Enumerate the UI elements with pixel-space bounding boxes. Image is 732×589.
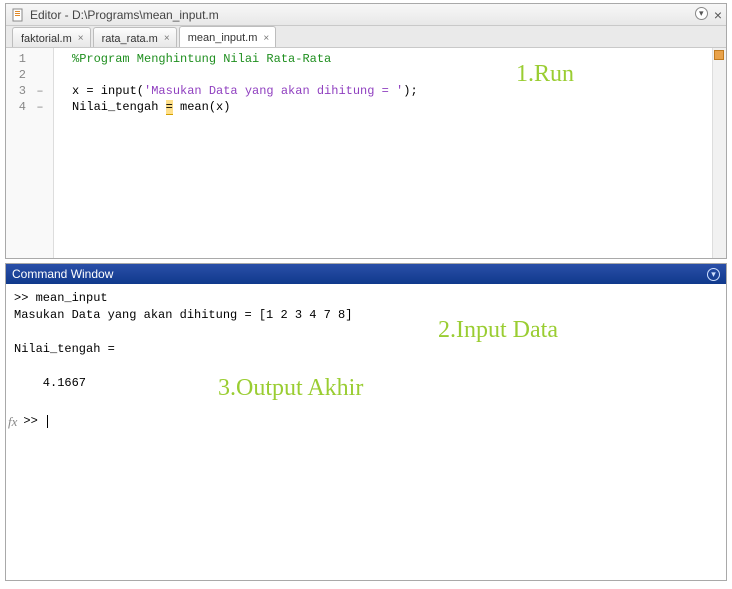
- line-number: 1: [6, 51, 30, 67]
- annotation-output: 3.Output Akhir: [218, 380, 363, 397]
- command-output: >> mean_input Masukan Data yang akan dih…: [14, 291, 352, 390]
- editor-panel: Editor - D:\Programs\mean_input.m ▾ × fa…: [5, 3, 727, 259]
- command-title: Command Window: [12, 267, 707, 281]
- breakpoint-dash[interactable]: [30, 51, 50, 67]
- tab-label: rata_rata.m: [102, 33, 158, 45]
- line-number: 3: [6, 83, 30, 99]
- code-token: Nilai_tengah: [72, 100, 166, 114]
- code-text[interactable]: %Program Menghintung Nilai Rata-Rata x =…: [54, 48, 712, 258]
- text-cursor: [47, 415, 48, 428]
- tab-label: faktorial.m: [21, 33, 72, 45]
- line-number: 4: [6, 99, 30, 115]
- close-icon[interactable]: ×: [714, 7, 722, 23]
- code-token: mean(x): [173, 100, 231, 114]
- editor-window-controls: ▾ ×: [695, 7, 722, 23]
- code-string: 'Masukan Data yang akan dihitung = ': [144, 84, 403, 98]
- command-body[interactable]: >> mean_input Masukan Data yang akan dih…: [6, 284, 726, 580]
- fx-icon[interactable]: fx: [8, 413, 17, 430]
- breakpoint-dash[interactable]: –: [30, 99, 50, 115]
- tab-mean-input[interactable]: mean_input.m ×: [179, 26, 277, 47]
- dropdown-icon[interactable]: ▾: [695, 7, 708, 20]
- line-gutter: 1 2 3– 4–: [6, 48, 54, 258]
- tab-label: mean_input.m: [188, 32, 258, 44]
- annotation-run: 1.Run: [516, 66, 574, 82]
- code-message-bar[interactable]: [712, 48, 726, 258]
- code-token: x = input(: [72, 84, 144, 98]
- dropdown-icon[interactable]: ▾: [707, 268, 720, 281]
- warning-indicator-icon[interactable]: [714, 50, 724, 60]
- tab-rata-rata[interactable]: rata_rata.m ×: [93, 27, 177, 47]
- breakpoint-dash[interactable]: [30, 67, 50, 83]
- code-comment: %Program Menghintung Nilai Rata-Rata: [72, 52, 331, 66]
- command-prompt: >>: [23, 413, 45, 430]
- tab-faktorial[interactable]: faktorial.m ×: [12, 27, 91, 47]
- code-warning-token: =: [166, 100, 173, 115]
- command-window-panel: Command Window ▾ >> mean_input Masukan D…: [5, 263, 727, 581]
- code-area[interactable]: 1 2 3– 4– %Program Menghintung Nilai Rat…: [6, 48, 726, 258]
- line-number: 2: [6, 67, 30, 83]
- command-prompt-row: fx >>: [8, 413, 48, 430]
- tab-close-icon[interactable]: ×: [164, 33, 170, 44]
- code-token: );: [403, 84, 417, 98]
- breakpoint-dash[interactable]: –: [30, 83, 50, 99]
- editor-document-icon: [10, 7, 26, 23]
- tab-close-icon[interactable]: ×: [78, 33, 84, 44]
- annotation-input: 2.Input Data: [438, 322, 558, 339]
- tab-close-icon[interactable]: ×: [263, 33, 269, 44]
- editor-tabstrip: faktorial.m × rata_rata.m × mean_input.m…: [6, 26, 726, 48]
- editor-titlebar: Editor - D:\Programs\mean_input.m ▾ ×: [6, 4, 726, 26]
- editor-title: Editor - D:\Programs\mean_input.m: [30, 8, 695, 22]
- command-titlebar: Command Window ▾: [6, 264, 726, 284]
